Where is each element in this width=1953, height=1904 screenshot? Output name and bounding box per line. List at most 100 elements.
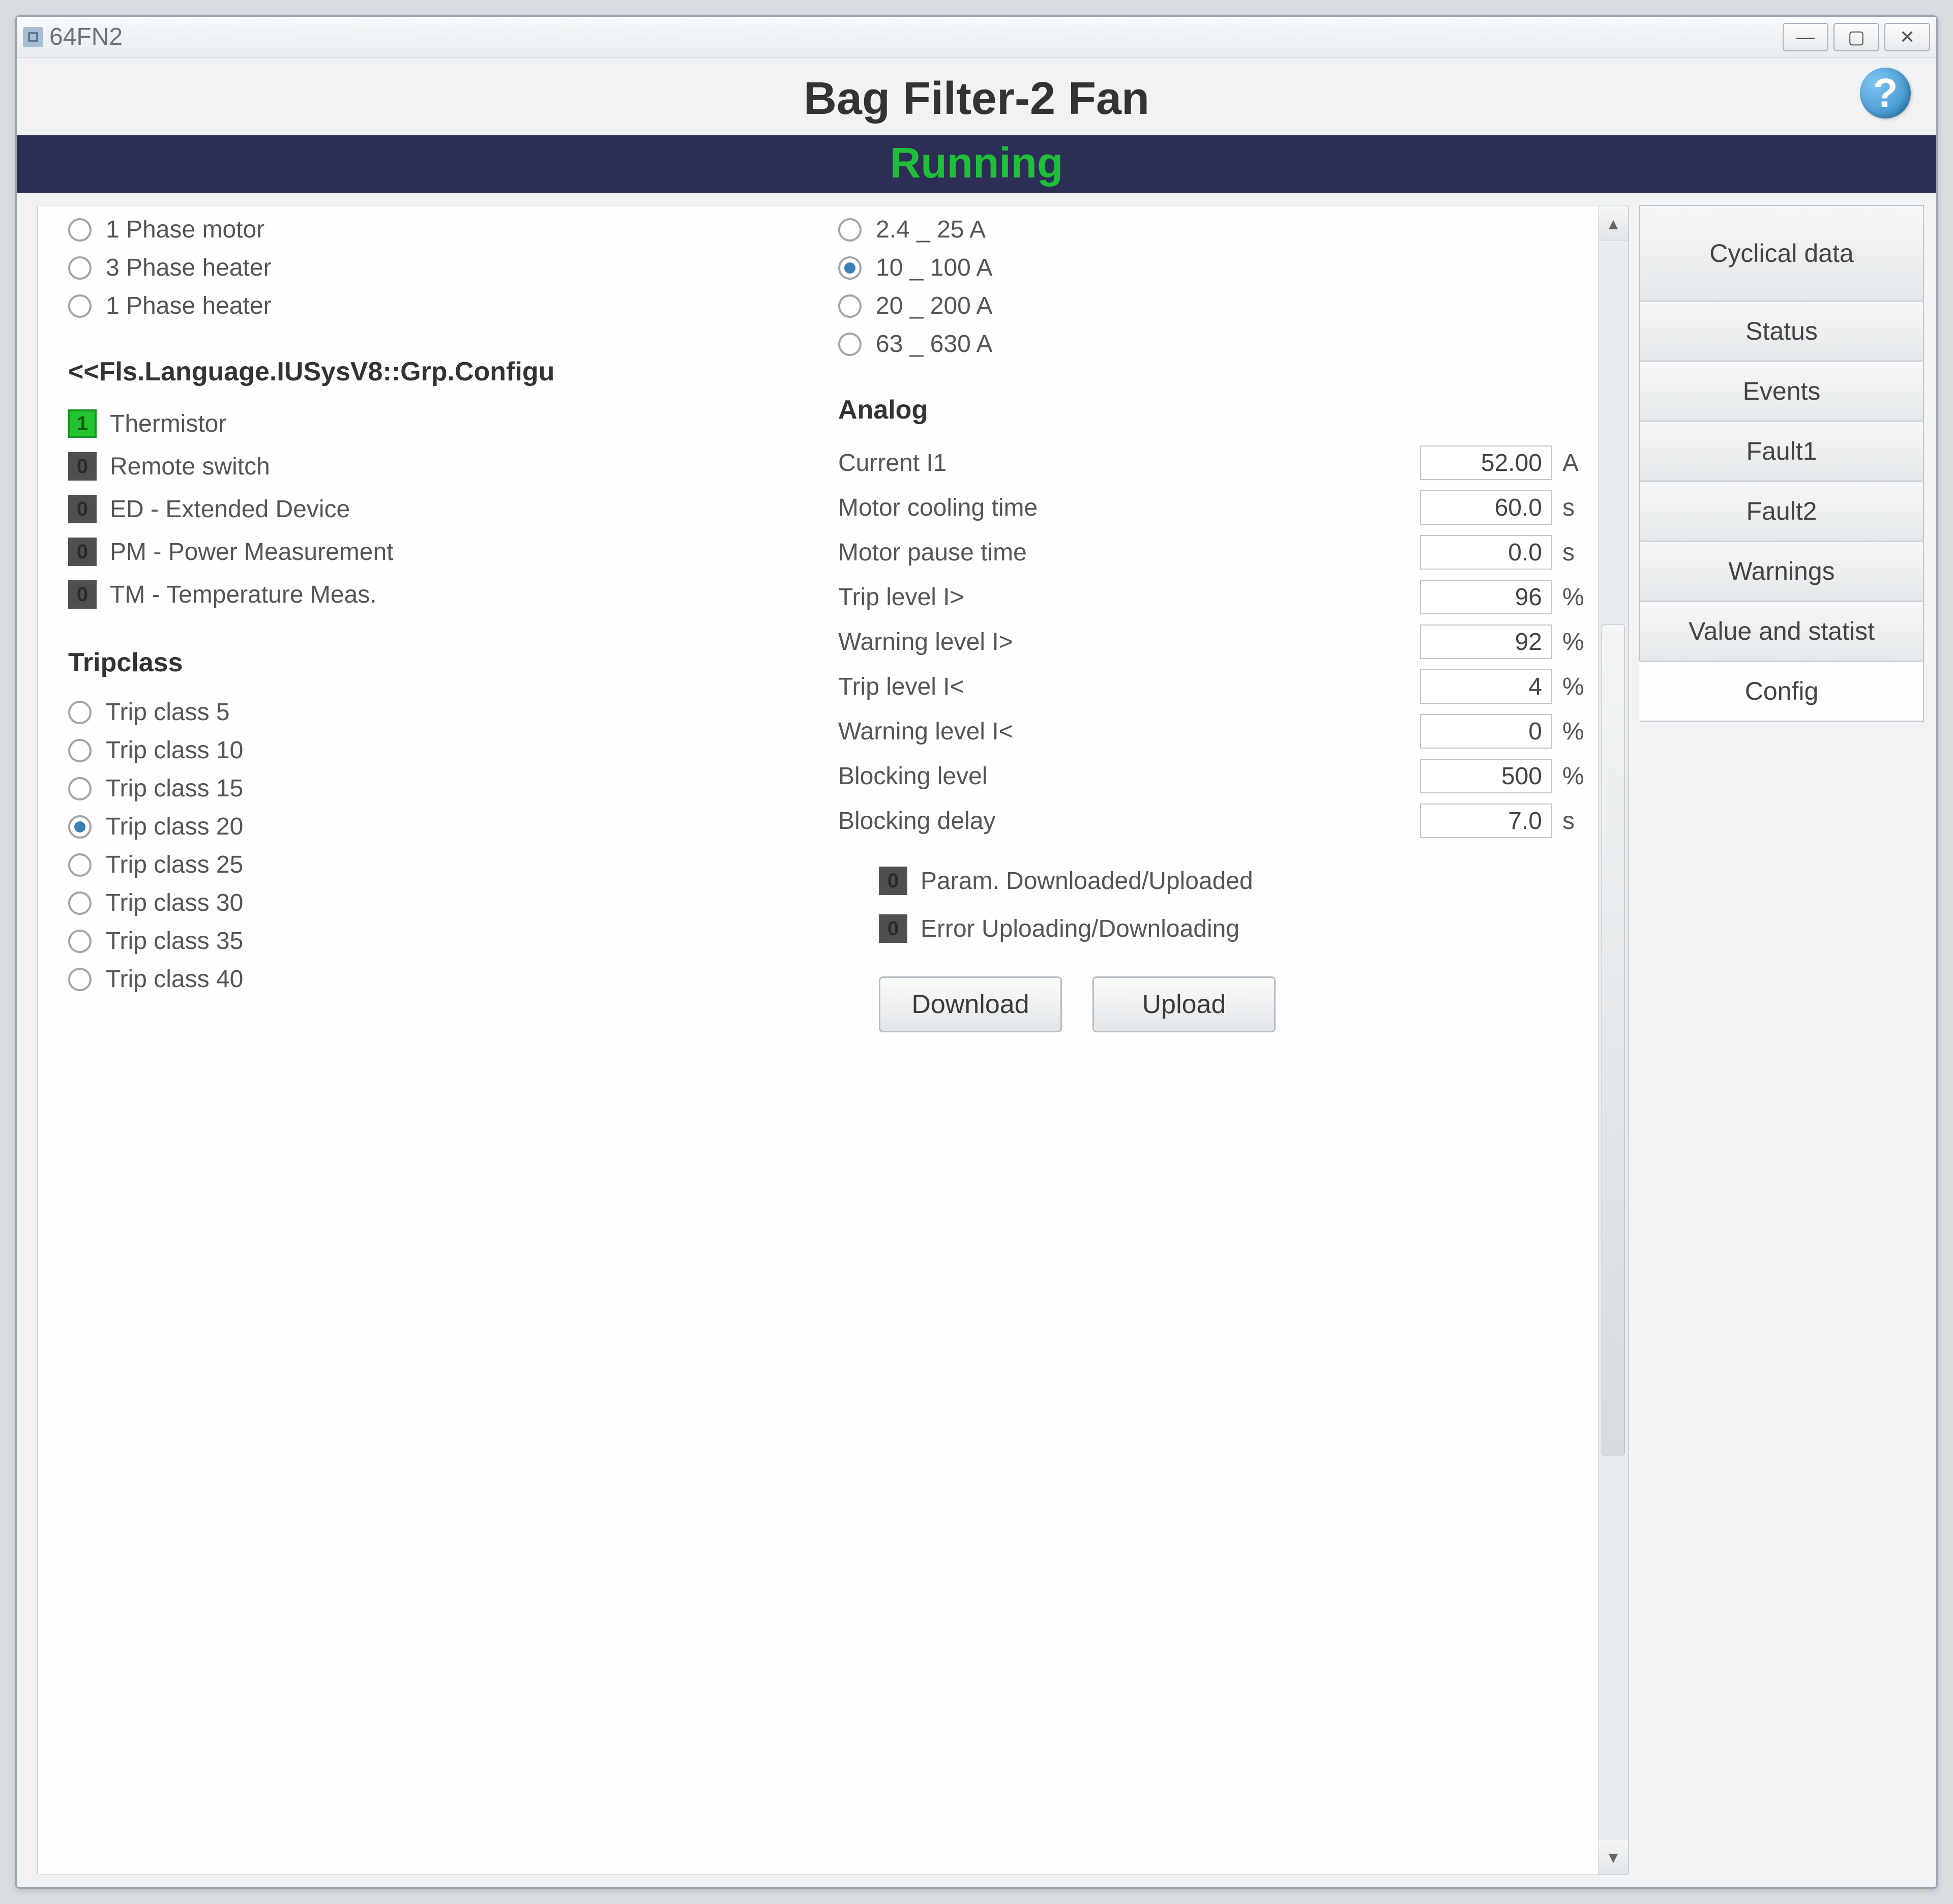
side-tab[interactable]: Warnings [1639, 541, 1924, 602]
analog-status-item[interactable]: 0Error Uploading/Downloading [879, 907, 1593, 950]
radio-icon[interactable] [838, 333, 862, 356]
tripclass-label: Trip class 25 [106, 851, 243, 879]
current-range-label: 63 _ 630 A [876, 330, 993, 358]
tripclass-option[interactable]: Trip class 30 [68, 884, 823, 922]
status-text: Running [890, 139, 1063, 187]
tripclass-option[interactable]: Trip class 5 [68, 693, 823, 731]
help-icon[interactable]: ? [1860, 68, 1911, 118]
tripclass-option[interactable]: Trip class 35 [68, 922, 823, 960]
scroll-up-icon[interactable]: ▴ [1599, 205, 1628, 241]
radio-icon[interactable] [68, 739, 92, 762]
configu-item[interactable]: 0 ED - Extended Device [68, 488, 823, 530]
checkbox-icon[interactable]: 0 [68, 452, 97, 481]
maximize-button[interactable]: ▢ [1833, 23, 1879, 51]
checkbox-icon[interactable]: 0 [879, 914, 907, 943]
radio-icon[interactable] [68, 218, 92, 242]
side-tab[interactable]: Fault2 [1639, 481, 1924, 542]
analog-input[interactable] [1420, 535, 1552, 570]
motor-type-option[interactable]: 3 Phase heater [68, 249, 823, 287]
configu-label: Thermistor [110, 410, 226, 438]
configu-label: TM - Temperature Meas. [110, 581, 377, 609]
status-bar: Running [17, 135, 1936, 193]
close-button[interactable]: ✕ [1884, 23, 1930, 51]
tripclass-option[interactable]: Trip class 15 [68, 769, 823, 808]
tripclass-option[interactable]: Trip class 10 [68, 731, 823, 769]
analog-unit: % [1562, 583, 1593, 611]
side-tab[interactable]: Status [1639, 301, 1924, 362]
analog-row: Trip level I<% [838, 664, 1593, 709]
radio-icon[interactable] [838, 294, 862, 318]
configu-item[interactable]: 0 Remote switch [68, 445, 823, 488]
analog-label: Blocking level [838, 762, 1410, 790]
checkbox-icon[interactable]: 0 [68, 580, 97, 609]
analog-input[interactable] [1420, 445, 1552, 480]
motor-type-option[interactable]: 1 Phase motor [68, 211, 823, 249]
radio-icon[interactable] [68, 968, 92, 991]
analog-input[interactable] [1420, 714, 1552, 749]
radio-icon[interactable] [838, 256, 862, 280]
side-tab[interactable]: Config [1639, 661, 1924, 722]
minimize-button[interactable]: — [1783, 23, 1828, 51]
radio-icon[interactable] [68, 701, 92, 724]
analog-input[interactable] [1420, 759, 1552, 793]
radio-icon[interactable] [68, 930, 92, 953]
radio-icon[interactable] [68, 294, 92, 318]
radio-icon[interactable] [68, 853, 92, 877]
current-range-option[interactable]: 20 _ 200 A [838, 287, 1593, 325]
checkbox-icon[interactable]: 0 [879, 867, 907, 895]
tripclass-label: Trip class 20 [106, 813, 243, 841]
current-range-option[interactable]: 2.4 _ 25 A [838, 211, 1593, 249]
configu-item[interactable]: 0 TM - Temperature Meas. [68, 573, 823, 616]
analog-row: Warning level I>% [838, 619, 1593, 664]
side-tab[interactable]: Fault1 [1639, 421, 1924, 482]
analog-label: Warning level I< [838, 718, 1410, 746]
analog-status-label: Param. Downloaded/Uploaded [921, 867, 1253, 895]
analog-input[interactable] [1420, 624, 1552, 659]
motor-type-label: 3 Phase heater [106, 254, 272, 282]
tripclass-option[interactable]: Trip class 40 [68, 960, 823, 998]
side-tab[interactable]: Value and statist [1639, 601, 1924, 662]
analog-unit: % [1562, 762, 1593, 790]
tripclass-label: Trip class 5 [106, 698, 230, 726]
checkbox-icon[interactable]: 0 [68, 538, 97, 566]
analog-row: Warning level I<% [838, 709, 1593, 754]
radio-icon[interactable] [68, 777, 92, 800]
scroll-track[interactable] [1599, 241, 1628, 1839]
upload-button[interactable]: Upload [1092, 976, 1276, 1032]
radio-icon[interactable] [68, 891, 92, 915]
analog-label: Trip level I> [838, 583, 1410, 611]
analog-input[interactable] [1420, 490, 1552, 525]
motor-type-option[interactable]: 1 Phase heater [68, 287, 823, 325]
current-range-option[interactable]: 10 _ 100 A [838, 249, 1593, 287]
side-tab[interactable]: Events [1639, 361, 1924, 422]
checkbox-icon[interactable]: 1 [68, 409, 97, 438]
analog-status-item[interactable]: 0 Param. Downloaded/Uploaded [879, 859, 1593, 902]
analog-label: Motor cooling time [838, 494, 1410, 522]
motor-type-label: 1 Phase heater [106, 292, 272, 320]
scroll-thumb[interactable] [1602, 624, 1625, 1455]
titlebar: 64FN2 — ▢ ✕ [17, 17, 1936, 57]
checkbox-icon[interactable]: 0 [68, 495, 97, 523]
current-range-label: 10 _ 100 A [876, 254, 993, 282]
analog-input[interactable] [1420, 804, 1552, 838]
tripclass-option[interactable]: Trip class 25 [68, 846, 823, 884]
configu-item[interactable]: 1 Thermistor [68, 402, 823, 445]
radio-icon[interactable] [838, 218, 862, 242]
scroll-down-icon[interactable]: ▾ [1599, 1839, 1628, 1875]
configu-label: Remote switch [110, 453, 270, 481]
configu-item[interactable]: 0PM - Power Measurement [68, 530, 823, 573]
vertical-scrollbar[interactable]: ▴ ▾ [1598, 205, 1629, 1875]
side-tab[interactable]: Cyclical data [1639, 205, 1924, 302]
configu-label: ED - Extended Device [110, 495, 350, 523]
tripclass-option[interactable]: Trip class 20 [68, 808, 823, 846]
analog-unit: % [1562, 718, 1593, 746]
analog-input[interactable] [1420, 669, 1552, 704]
radio-icon[interactable] [68, 256, 92, 280]
tripclass-label: Trip class 30 [106, 889, 243, 917]
radio-icon[interactable] [68, 815, 92, 839]
app-icon [23, 27, 43, 47]
download-button[interactable]: Download [879, 976, 1062, 1032]
analog-label: Current I1 [838, 449, 1410, 477]
current-range-option[interactable]: 63 _ 630 A [838, 325, 1593, 363]
analog-input[interactable] [1420, 580, 1552, 614]
